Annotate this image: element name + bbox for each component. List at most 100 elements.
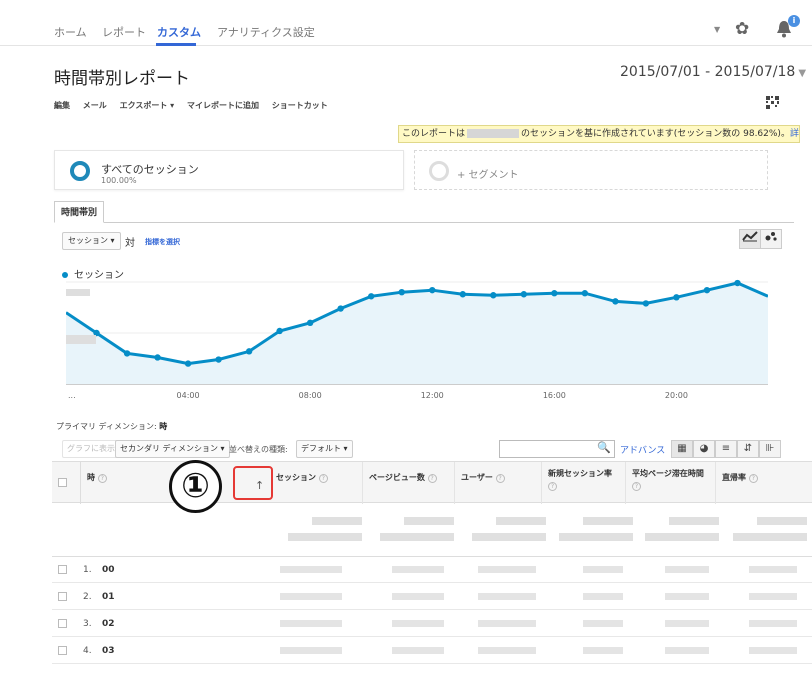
data-point[interactable] xyxy=(245,348,253,355)
sampling-notice: このレポートは のセッションを基に作成されています(セッション数の 98.62%)… xyxy=(398,125,800,143)
row-hour-link[interactable]: 01 xyxy=(102,592,115,602)
add-to-dashboard-button[interactable]: マイレポートに追加 xyxy=(187,101,259,110)
column-bounce-rate[interactable]: 直帰率 ? xyxy=(715,462,812,504)
motion-chart-icon[interactable] xyxy=(760,229,782,249)
row-checkbox[interactable] xyxy=(58,592,67,601)
x-tick-label: ... xyxy=(68,391,76,400)
redacted-cell-value xyxy=(665,620,709,627)
data-point[interactable] xyxy=(459,291,466,298)
help-icon[interactable]: ? xyxy=(495,474,505,483)
line-chart-icon[interactable] xyxy=(739,229,761,249)
data-point[interactable] xyxy=(398,289,405,296)
metric-selector[interactable]: セッション ▾ xyxy=(62,232,121,250)
email-button[interactable]: メール xyxy=(83,101,107,110)
row-index: 4. xyxy=(83,646,92,656)
table-row[interactable]: 4. 03 xyxy=(52,638,812,664)
help-icon[interactable]: ? xyxy=(548,482,557,491)
redacted-value xyxy=(467,129,520,138)
data-point[interactable] xyxy=(551,290,558,297)
date-range-picker[interactable]: 2015/07/01 - 2015/07/18 ▼ xyxy=(620,64,806,80)
column-pageviews[interactable]: ページビュー数 ? xyxy=(362,462,454,504)
table-row[interactable]: 3. 02 xyxy=(52,611,812,637)
advanced-filter-link[interactable]: アドバンス xyxy=(620,443,665,456)
tab-home[interactable]: ホーム xyxy=(54,24,87,40)
primary-dimension: プライマリ ディメンション: 時 xyxy=(56,421,167,432)
redacted-cell-value xyxy=(749,620,797,627)
data-point[interactable] xyxy=(154,354,161,361)
comparison-view-icon[interactable]: ⇵ xyxy=(737,440,759,458)
row-hour-link[interactable]: 00 xyxy=(102,565,115,575)
column-sessions[interactable]: セッション ? xyxy=(270,462,362,504)
performance-view-icon[interactable]: ≡ xyxy=(715,440,737,458)
row-hour-link[interactable]: 02 xyxy=(102,619,115,629)
data-point[interactable] xyxy=(276,327,283,335)
select-all-checkbox[interactable] xyxy=(58,478,67,487)
help-icon[interactable]: ? xyxy=(97,474,107,483)
vs-label: 対 xyxy=(125,238,135,249)
tab-custom[interactable]: カスタム xyxy=(157,24,201,40)
plot-rows-button[interactable]: グラフに表示 xyxy=(62,440,120,458)
redacted-total-value xyxy=(583,517,633,525)
add-segment-button[interactable]: + セグメント xyxy=(414,150,768,190)
gear-icon[interactable]: ✿ xyxy=(735,19,749,39)
data-point[interactable] xyxy=(612,298,619,305)
row-checkbox[interactable] xyxy=(58,565,67,574)
data-point[interactable] xyxy=(123,350,131,357)
x-tick-label: 16:00 xyxy=(543,391,566,400)
segment-all-sessions[interactable]: すべてのセッション 100.00% xyxy=(54,150,404,190)
data-point[interactable] xyxy=(368,293,375,300)
redacted-cell-value xyxy=(392,566,444,573)
data-point[interactable] xyxy=(581,290,589,297)
data-point[interactable] xyxy=(490,292,497,299)
data-point[interactable] xyxy=(703,286,711,294)
search-icon[interactable]: 🔍 xyxy=(597,441,611,454)
export-button[interactable]: エクスポート ▾ xyxy=(120,101,175,110)
segment-percentage: 100.00% xyxy=(101,176,137,185)
column-users[interactable]: ユーザー ? xyxy=(454,462,541,504)
row-checkbox[interactable] xyxy=(58,619,67,628)
bubble-chart-glyph xyxy=(765,232,777,241)
pivot-view-icon[interactable]: ⊪ xyxy=(759,440,781,458)
help-icon[interactable]: ? xyxy=(427,474,437,483)
line-chart-glyph xyxy=(742,231,758,242)
table-search-input[interactable]: 🔍 xyxy=(499,440,615,458)
account-dropdown-icon[interactable]: ▼ xyxy=(714,25,720,34)
help-icon[interactable]: ? xyxy=(318,474,328,483)
table-row[interactable]: 2. 01 xyxy=(52,584,812,610)
tab-analytics-settings[interactable]: アナリティクス設定 xyxy=(217,24,315,40)
table-row[interactable]: 1. 00 xyxy=(52,557,812,583)
data-point[interactable] xyxy=(734,279,741,287)
sort-type-dropdown[interactable]: デフォルト ▾ xyxy=(296,440,353,458)
data-point[interactable] xyxy=(673,294,680,301)
notification-badge[interactable]: i xyxy=(788,15,800,27)
data-point[interactable] xyxy=(215,356,222,363)
row-index: 2. xyxy=(83,592,92,602)
pie-view-icon[interactable]: ◕ xyxy=(693,440,715,458)
redacted-total-value xyxy=(312,517,362,525)
help-icon[interactable]: ? xyxy=(632,482,641,491)
notice-details-link[interactable]: 詳細 xyxy=(790,129,799,139)
column-new-sessions-rate[interactable]: 新規セッション率? xyxy=(541,462,625,504)
column-sessions-label: セッション xyxy=(276,473,316,482)
tab-hourly[interactable]: 時間帯別 xyxy=(54,201,105,223)
help-icon[interactable]: ? xyxy=(748,474,758,483)
data-point[interactable] xyxy=(306,319,314,326)
qr-code-icon[interactable] xyxy=(766,96,779,109)
edit-button[interactable]: 編集 xyxy=(54,101,70,110)
sort-type-label: 並べ替えの種類: xyxy=(229,445,288,454)
data-point[interactable] xyxy=(337,305,344,312)
table-view-icon[interactable]: ▦ xyxy=(671,440,693,458)
row-checkbox[interactable] xyxy=(58,646,67,655)
tab-reports[interactable]: レポート xyxy=(102,24,146,40)
redacted-cell-value xyxy=(665,566,709,573)
pick-metric-link[interactable]: 指標を選択 xyxy=(145,237,180,247)
redacted-total-value xyxy=(559,533,633,541)
column-avg-time-on-page[interactable]: 平均ページ滞在時間 ? xyxy=(625,462,715,504)
data-point[interactable] xyxy=(642,300,650,307)
data-point[interactable] xyxy=(520,291,528,298)
secondary-dimension-dropdown[interactable]: セカンダリ ディメンション ▾ xyxy=(115,440,230,458)
data-point[interactable] xyxy=(184,360,192,367)
data-point[interactable] xyxy=(429,286,436,294)
shortcut-button[interactable]: ショートカット xyxy=(272,101,328,110)
row-hour-link[interactable]: 03 xyxy=(102,646,115,656)
